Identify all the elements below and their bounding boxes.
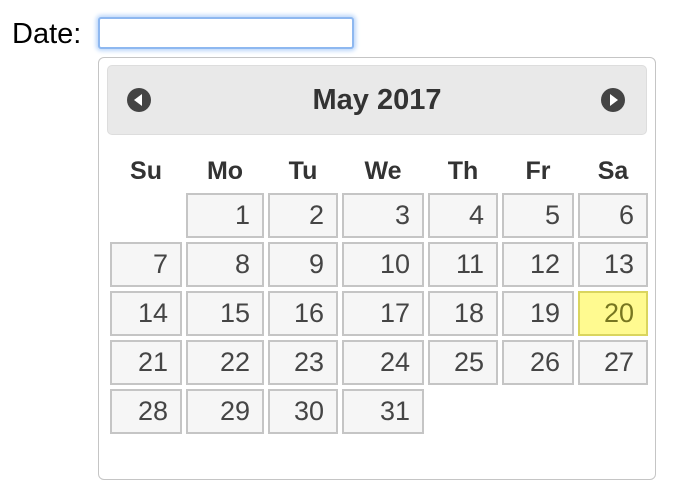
day-cell: 14 — [110, 291, 182, 336]
day-button[interactable]: 23 — [268, 340, 338, 385]
weekday-label: Th — [447, 157, 479, 185]
day-button[interactable]: 16 — [268, 291, 338, 336]
day-button[interactable]: 27 — [578, 340, 648, 385]
day-button[interactable]: 13 — [578, 242, 648, 287]
empty-day-cell — [110, 193, 182, 238]
day-button[interactable]: 25 — [428, 340, 498, 385]
day-cell: 6 — [578, 193, 648, 238]
day-button[interactable]: 8 — [186, 242, 264, 287]
day-cell: 3 — [342, 193, 424, 238]
day-button[interactable]: 14 — [110, 291, 182, 336]
day-button[interactable]: 15 — [186, 291, 264, 336]
datepicker-header: May 2017 — [107, 65, 647, 135]
day-cell: 24 — [342, 340, 424, 385]
day-button[interactable]: 22 — [186, 340, 264, 385]
day-cell: 13 — [578, 242, 648, 287]
day-cell: 21 — [110, 340, 182, 385]
day-cell: 26 — [502, 340, 574, 385]
day-cell: 31 — [342, 389, 424, 434]
day-cell: 4 — [428, 193, 498, 238]
day-button[interactable]: 11 — [428, 242, 498, 287]
day-cell: 27 — [578, 340, 648, 385]
date-input[interactable] — [98, 17, 354, 49]
weekday-label: Fr — [525, 157, 551, 185]
day-cell: 10 — [342, 242, 424, 287]
day-cell: 30 — [268, 389, 338, 434]
day-cell: 23 — [268, 340, 338, 385]
weekday-header-row: Su Mo Tu We Th Fr Sa — [110, 157, 648, 189]
day-cell: 5 — [502, 193, 574, 238]
day-button[interactable]: 5 — [502, 193, 574, 238]
calendar-week-row: 123456 — [110, 193, 648, 238]
weekday-label: Mo — [206, 157, 244, 185]
day-button[interactable]: 17 — [342, 291, 424, 336]
next-month-button[interactable] — [601, 88, 625, 112]
calendar-week-row: 21 22 23 24 25 26 27 — [110, 340, 648, 385]
day-button[interactable]: 31 — [342, 389, 424, 434]
day-button[interactable]: 12 — [502, 242, 574, 287]
day-button[interactable]: 6 — [578, 193, 648, 238]
day-button[interactable]: 4 — [428, 193, 498, 238]
day-cell: 12 — [502, 242, 574, 287]
day-button[interactable]: 24 — [342, 340, 424, 385]
day-button[interactable]: 9 — [268, 242, 338, 287]
day-cell: 29 — [186, 389, 264, 434]
empty-day-cell — [502, 389, 574, 434]
calendar-week-row: 28 29 30 31 — [110, 389, 648, 434]
day-cell: 2 — [268, 193, 338, 238]
day-cell: 11 — [428, 242, 498, 287]
day-button[interactable]: 10 — [342, 242, 424, 287]
calendar-grid: Su Mo Tu We Th Fr Sa 1 2 3 4 5 6 7 8 9 10 11 12 13 14… — [106, 153, 652, 438]
day-button[interactable]: 30 — [268, 389, 338, 434]
day-button[interactable]: 29 — [186, 389, 264, 434]
month-year-title: May 2017 — [312, 84, 442, 116]
day-button[interactable]: 3 — [342, 193, 424, 238]
day-cell: 8 — [186, 242, 264, 287]
day-cell: 18 — [428, 291, 498, 336]
day-button[interactable]: 28 — [110, 389, 182, 434]
day-button[interactable]: 21 — [110, 340, 182, 385]
weekday-label: Su — [130, 157, 162, 185]
day-cell: 22 — [186, 340, 264, 385]
day-button[interactable]: 19 — [502, 291, 574, 336]
day-cell: 17 — [342, 291, 424, 336]
weekday-label: Sa — [597, 157, 629, 185]
empty-day-cell — [428, 389, 498, 434]
day-button-highlighted[interactable]: 20 — [578, 291, 648, 336]
weekday-label: We — [364, 157, 402, 185]
day-cell: 7 — [110, 242, 182, 287]
chevron-right-icon — [610, 94, 618, 106]
date-label: Date: — [12, 18, 82, 50]
day-cell: 1 — [186, 193, 264, 238]
calendar-week-row: 7 8 9 10 11 12 13 — [110, 242, 648, 287]
day-cell: 15 — [186, 291, 264, 336]
calendar-week-row: 14 15 16 17 18 19 20 — [110, 291, 648, 336]
datepicker: May 2017 Su Mo Tu We Th Fr Sa 1234567891… — [98, 57, 656, 480]
day-cell: 9 — [268, 242, 338, 287]
day-button[interactable]: 2 — [268, 193, 338, 238]
day-cell: 16 — [268, 291, 338, 336]
day-button[interactable]: 7 — [110, 242, 182, 287]
day-button[interactable]: 1 — [186, 193, 264, 238]
day-button[interactable]: 18 — [428, 291, 498, 336]
day-cell: 20 — [578, 291, 648, 336]
empty-day-cell — [578, 389, 648, 434]
day-cell: 28 — [110, 389, 182, 434]
day-cell: 25 — [428, 340, 498, 385]
day-cell: 19 — [502, 291, 574, 336]
day-button[interactable]: 26 — [502, 340, 574, 385]
weekday-label: Tu — [288, 157, 318, 185]
